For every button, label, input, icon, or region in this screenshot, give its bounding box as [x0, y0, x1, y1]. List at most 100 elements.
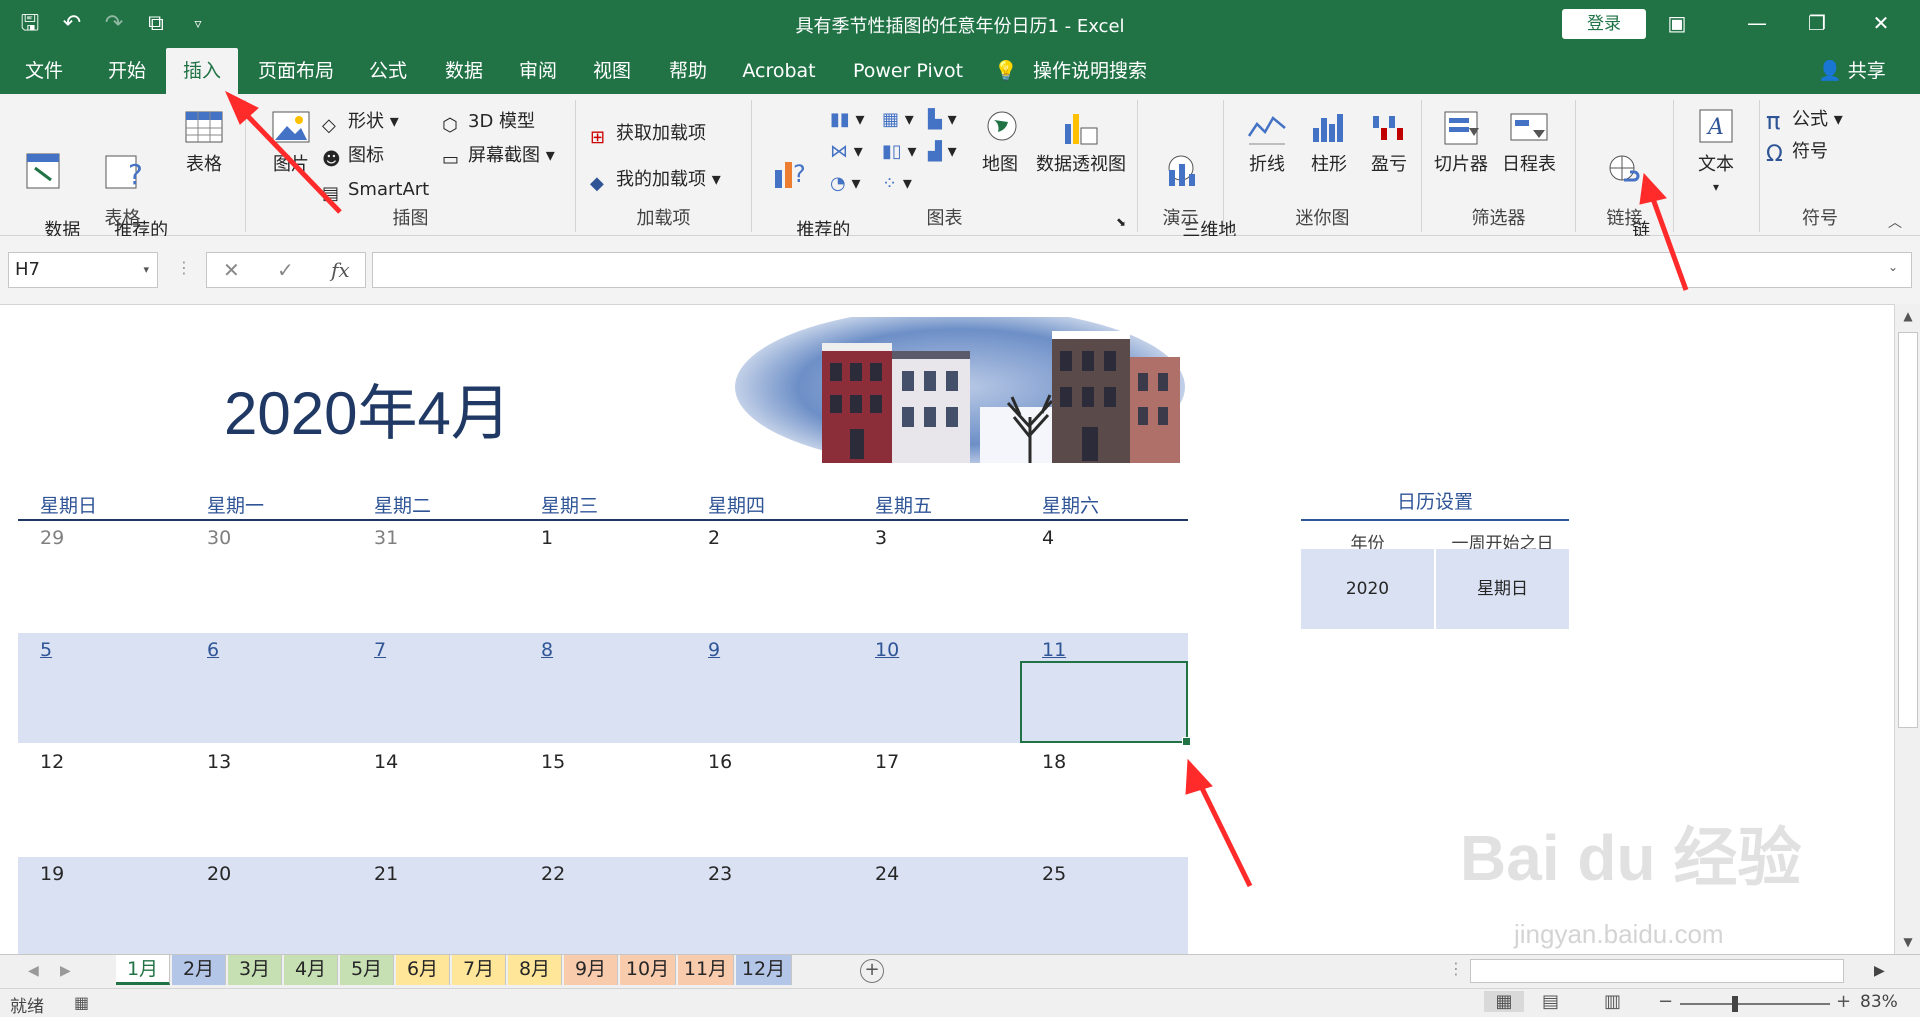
day-number[interactable]: 6 [207, 639, 219, 661]
zoom-slider-knob[interactable] [1732, 996, 1738, 1012]
text-button[interactable]: A 文本 ▾ [1688, 106, 1744, 198]
symbol-button[interactable]: Ω 符号 [1766, 140, 1828, 167]
day-number[interactable]: 5 [40, 639, 52, 661]
collapse-ribbon-icon[interactable]: ︿ [1888, 212, 1902, 232]
calendar-day-cell[interactable]: 5 [18, 633, 185, 743]
tell-me-search[interactable]: 操作说明搜索 [1030, 48, 1150, 94]
icons-button[interactable]: ☻ 图标 [322, 144, 384, 170]
calendar-day-cell[interactable]: 30 [185, 521, 352, 631]
calendar-day-cell[interactable]: 20 [185, 857, 352, 954]
calendar-day-cell[interactable]: 19 [18, 857, 185, 954]
calendar-day-cell[interactable]: 23 [686, 857, 853, 954]
calendar-day-cell[interactable]: 14 [352, 745, 519, 855]
sheet-tab[interactable]: 1月 [116, 955, 170, 985]
cancel-icon[interactable]: ✕ [223, 253, 240, 287]
scatter-chart-dropdown[interactable]: ⁘ ▾ [882, 172, 912, 196]
calendar-day-cell[interactable]: 10 [853, 633, 1020, 743]
sheet-tab[interactable]: 11月 [678, 955, 734, 985]
tab-page-layout[interactable]: 页面布局 [250, 48, 342, 94]
sheet-tab[interactable]: 8月 [508, 955, 562, 985]
calendar-day-cell[interactable]: 16 [686, 745, 853, 855]
zoom-in-icon[interactable]: + [1836, 991, 1851, 1012]
sheet-tab[interactable]: 2月 [172, 955, 226, 985]
scroll-down-icon[interactable]: ▼ [1895, 930, 1920, 954]
calendar-day-cell[interactable]: 2 [686, 521, 853, 631]
login-button[interactable]: 登录 [1562, 9, 1646, 39]
day-number[interactable]: 10 [875, 639, 899, 661]
share-button[interactable]: 👤 共享 [1818, 48, 1886, 94]
scroll-up-icon[interactable]: ▲ [1895, 304, 1920, 328]
calendar-day-cell[interactable]: 29 [18, 521, 185, 631]
scroll-right-icon[interactable]: ▶ [1874, 955, 1885, 987]
tab-data[interactable]: 数据 [432, 48, 496, 94]
shapes-button[interactable]: ◇ 形状 ▾ [322, 110, 399, 136]
day-number[interactable]: 7 [374, 639, 386, 661]
page-layout-view-icon[interactable]: ▤ [1542, 991, 1559, 1012]
sheet-tab[interactable]: 10月 [620, 955, 676, 985]
column-chart-dropdown[interactable]: ▮▮ ▾ [830, 108, 865, 132]
calendar-day-cell[interactable]: 24 [853, 857, 1020, 954]
day-number[interactable]: 8 [541, 639, 553, 661]
page-break-view-icon[interactable]: ▥ [1604, 991, 1621, 1012]
calendar-day-cell[interactable]: 13 [185, 745, 352, 855]
tab-review[interactable]: 审阅 [506, 48, 570, 94]
pictures-button[interactable]: 图片 [262, 106, 320, 176]
sparkline-column-button[interactable]: 柱形 [1304, 106, 1354, 176]
3d-model-button[interactable]: ⬡ 3D 模型 [442, 110, 535, 136]
tab-split-grip-icon[interactable]: ⋮ [1448, 959, 1464, 978]
tab-help[interactable]: 帮助 [656, 48, 720, 94]
formula-input[interactable] [372, 252, 1912, 288]
tab-insert[interactable]: 插入 [166, 48, 238, 94]
next-sheet-icon[interactable]: ▶ [60, 955, 71, 987]
zoom-level[interactable]: 83% [1860, 992, 1898, 1012]
calendar-day-cell[interactable]: 8 [519, 633, 686, 743]
sheet-tab[interactable]: 5月 [340, 955, 394, 985]
smartart-button[interactable]: ▤ SmartArt [322, 178, 429, 204]
statistic-chart-dropdown[interactable]: ▮▯ ▾ [882, 140, 917, 164]
my-addins-button[interactable]: ◆ 我的加载项 ▾ [590, 168, 721, 194]
expand-formula-bar-icon[interactable]: ⌄ [1888, 260, 1898, 274]
tab-formulas[interactable]: 公式 [356, 48, 420, 94]
vertical-scrollbar[interactable]: ▲ ▼ [1894, 304, 1920, 954]
tab-home[interactable]: 开始 [92, 48, 162, 94]
day-number[interactable]: 9 [708, 639, 720, 661]
calendar-day-cell[interactable]: 25 [1020, 857, 1187, 954]
combo-chart-dropdown[interactable]: ▟ ▾ [928, 140, 957, 164]
enter-icon[interactable]: ✓ [277, 253, 294, 287]
sheet-tab[interactable]: 4月 [284, 955, 338, 985]
calendar-day-cell[interactable]: 3 [853, 521, 1020, 631]
calendar-day-cell[interactable]: 4 [1020, 521, 1187, 631]
tab-view[interactable]: 视图 [580, 48, 644, 94]
sheet-tab[interactable]: 6月 [396, 955, 450, 985]
tab-power-pivot[interactable]: Power Pivot [846, 48, 970, 94]
name-box-dropdown-icon[interactable]: ▾ [143, 253, 149, 287]
calendar-day-cell[interactable]: 21 [352, 857, 519, 954]
calendar-day-cell[interactable]: 22 [519, 857, 686, 954]
calendar-day-cell[interactable]: 31 [352, 521, 519, 631]
zoom-out-icon[interactable]: − [1658, 991, 1673, 1012]
close-icon[interactable]: ✕ [1858, 6, 1904, 40]
calendar-day-cell[interactable]: 9 [686, 633, 853, 743]
calendar-day-cell[interactable]: 15 [519, 745, 686, 855]
calendar-day-cell[interactable]: 1 [519, 521, 686, 631]
waterfall-chart-dropdown[interactable]: ▙ ▾ [928, 108, 957, 132]
macro-record-icon[interactable]: ▦ [74, 993, 89, 1012]
pie-chart-dropdown[interactable]: ◔ ▾ [830, 172, 860, 196]
maps-button[interactable]: 地图 [980, 106, 1020, 176]
prev-sheet-icon[interactable]: ◀ [28, 955, 39, 987]
zoom-slider[interactable] [1680, 1003, 1830, 1005]
horizontal-scrollbar[interactable] [1470, 959, 1844, 983]
sheet-tab[interactable]: 12月 [736, 955, 792, 985]
week-start-value-cell[interactable]: 星期日 [1436, 549, 1569, 629]
sparkline-line-button[interactable]: 折线 [1242, 106, 1292, 176]
lightbulb-icon[interactable]: 💡 [994, 48, 1018, 94]
restore-icon[interactable]: ❐ [1794, 6, 1840, 40]
day-number[interactable]: 11 [1042, 639, 1066, 661]
name-box[interactable]: H7 ▾ [8, 252, 158, 288]
worksheet[interactable]: 2020年4月 星期日 星期一 星期二 星期三 星期四 星期五 星期六 29 3… [0, 304, 1898, 954]
timeline-button[interactable]: 日程表 [1498, 106, 1560, 176]
hierarchy-chart-dropdown[interactable]: ▦ ▾ [882, 108, 914, 132]
sheet-tab[interactable]: 9月 [564, 955, 618, 985]
tab-acrobat[interactable]: Acrobat [734, 48, 824, 94]
pivot-chart-button[interactable]: 数据透视图 [1034, 106, 1128, 176]
